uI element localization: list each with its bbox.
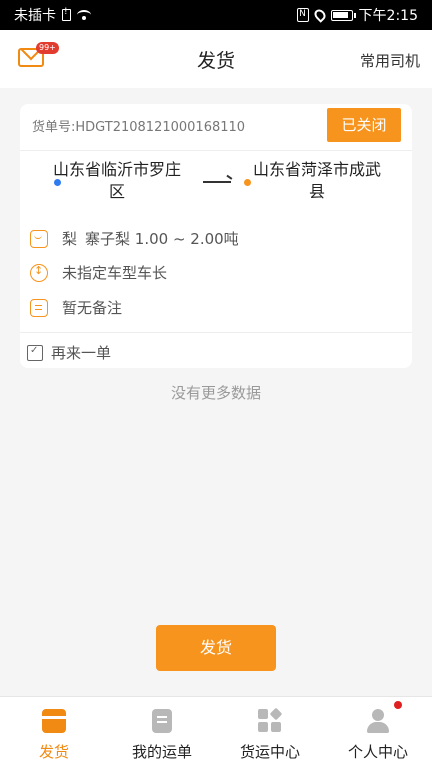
calendar-check-icon	[27, 344, 43, 361]
cargo-detail: 寨子梨 1.00 ~ 2.00吨	[85, 230, 239, 248]
note-icon	[30, 298, 48, 317]
notification-dot	[394, 701, 402, 709]
divider	[20, 332, 412, 333]
no-more-data-text: 没有更多数据	[170, 384, 261, 402]
app-header: 99+ 发货 常用司机	[0, 30, 432, 88]
ship-button[interactable]: 发货	[156, 625, 276, 671]
battery-icon	[330, 9, 356, 21]
message-button[interactable]: 99+	[18, 42, 59, 70]
nfc-icon: N	[296, 8, 309, 22]
tab-label: 个人中心	[347, 743, 408, 761]
frequent-drivers-link[interactable]: 常用司机	[360, 50, 420, 71]
freight-center-tab-icon	[258, 707, 283, 733]
status-bar: 未插卡 N 下午2:15	[0, 0, 432, 30]
order-status-badge[interactable]: 已关闭	[327, 108, 401, 142]
tab-label: 货运中心	[239, 743, 300, 761]
cargo-row: 梨 寨子梨 1.00 ~ 2.00吨	[30, 228, 239, 249]
origin-dot-icon	[54, 179, 61, 186]
freight-icon	[30, 263, 48, 282]
tab-ship[interactable]: 发货	[0, 697, 108, 768]
cargo-icon	[30, 229, 48, 248]
tab-personal-center[interactable]: 个人中心	[324, 697, 432, 768]
order-card[interactable]: 货单号:HDGT2108121000168110 已关闭 山东省临沂市罗庄区 山…	[20, 104, 412, 368]
tab-label: 我的运单	[131, 743, 192, 761]
ship-tab-icon	[42, 709, 66, 733]
remark-row: 暂无备注	[30, 297, 122, 318]
carrier-text: 未插卡	[14, 8, 56, 24]
vehicle-requirement: 未指定车型车长	[62, 264, 168, 282]
order-number: 货单号:HDGT2108121000168110	[32, 119, 246, 135]
arrow-right-icon	[203, 181, 231, 183]
vehicle-row: 未指定车型车长	[30, 262, 167, 283]
location-icon	[311, 7, 328, 23]
clock: 下午2:15	[358, 8, 418, 24]
sim-icon	[62, 7, 71, 21]
bottom-tab-bar: 发货 我的运单 货运中心 个人中心	[0, 696, 432, 768]
unread-badge: 99+	[36, 42, 59, 54]
wifi-icon	[77, 10, 91, 20]
orders-tab-icon	[152, 709, 172, 733]
page-title: 发货	[196, 49, 235, 72]
order-card-header: 货单号:HDGT2108121000168110 已关闭	[20, 104, 412, 146]
reorder-button[interactable]: 再来一单	[27, 342, 111, 363]
cargo-name: 梨	[62, 230, 78, 248]
destination-address: 山东省菏泽市成武县	[252, 160, 381, 201]
reorder-label: 再来一单	[51, 344, 112, 362]
person-tab-icon	[366, 709, 390, 733]
remark-text: 暂无备注	[62, 299, 123, 317]
destination-dot-icon	[244, 179, 251, 186]
origin-address: 山东省临沂市罗庄区	[52, 160, 181, 201]
tab-my-orders[interactable]: 我的运单	[108, 697, 216, 768]
route: 山东省临沂市罗庄区 山东省菏泽市成武县	[20, 151, 412, 209]
tab-label: 发货	[38, 743, 69, 761]
tab-freight-center[interactable]: 货运中心	[216, 697, 324, 768]
